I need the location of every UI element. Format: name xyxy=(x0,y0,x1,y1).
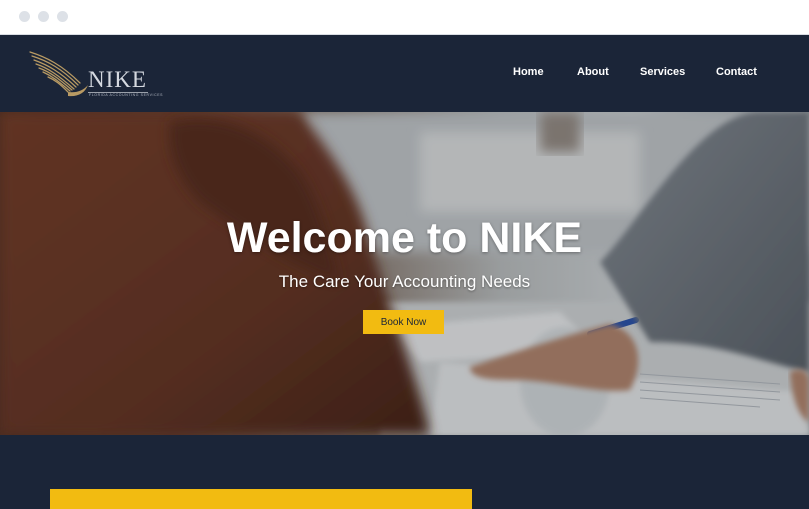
site-logo[interactable]: NIKE FLORIDA ACCOUNTING SERVICES xyxy=(28,49,162,99)
window-close-dot[interactable] xyxy=(19,11,30,22)
window-maximize-dot[interactable] xyxy=(57,11,68,22)
browser-chrome xyxy=(0,0,809,35)
site-header: NIKE FLORIDA ACCOUNTING SERVICES Home Ab… xyxy=(0,35,809,112)
highlight-card xyxy=(50,489,472,509)
hero-subtitle: The Care Your Accounting Needs xyxy=(278,272,531,291)
hero-section: Welcome to NIKE The Care Your Accounting… xyxy=(0,112,809,435)
lower-section xyxy=(0,435,809,509)
window-minimize-dot[interactable] xyxy=(38,11,49,22)
nav-item-home[interactable]: Home xyxy=(513,66,544,78)
book-now-button[interactable]: Book Now xyxy=(363,310,444,334)
logo-tagline: FLORIDA ACCOUNTING SERVICES xyxy=(89,93,164,97)
nav-item-services[interactable]: Services xyxy=(640,66,685,78)
hero-title: Welcome to NIKE xyxy=(226,214,583,262)
nav-item-contact[interactable]: Contact xyxy=(716,66,757,78)
wings-icon xyxy=(29,51,88,97)
logo-wordmark: NIKE xyxy=(88,67,147,92)
nav-item-about[interactable]: About xyxy=(577,66,609,78)
